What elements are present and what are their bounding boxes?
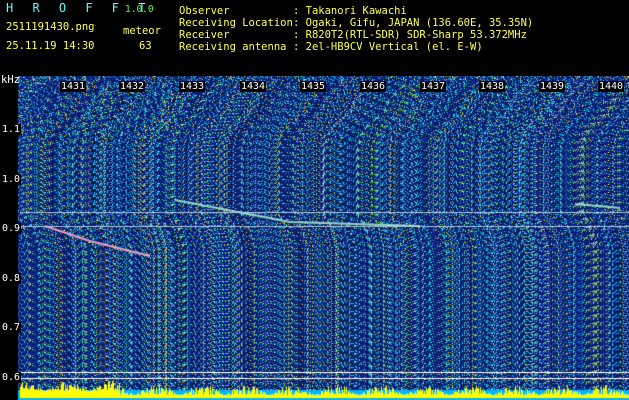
meteor-count: 63 [139,40,152,52]
date-time: 25.11.19 14:30 [6,40,95,52]
time-tick: 1437 [420,81,447,92]
mode-label: meteor [123,25,161,37]
freq-tick: 1.1 [1,124,22,135]
spectrogram-canvas [0,76,629,400]
freq-tick: 0.6 [1,372,22,383]
file-name: 2511191430.png [6,21,95,33]
time-tick: 1432 [119,81,146,92]
antenna-value: : 2el-HB9CV Vertical (el. E-W) [293,41,483,53]
frequency-unit-label: kHz [1,74,20,86]
app-version: 1.0.0 [125,4,154,15]
location-label: Receiving Location [179,17,293,29]
time-tick: 1436 [360,81,387,92]
observer-value: : Takanori Kawachi [293,5,407,17]
receiver-value: : R820T2(RTL-SDR) SDR-Sharp 53.372MHz [293,29,527,41]
time-tick: 1438 [479,81,506,92]
time-tick: 1431 [60,81,87,92]
time-tick: 1435 [300,81,327,92]
freq-tick: 0.8 [1,273,22,284]
time-tick: 1439 [539,81,566,92]
freq-tick: 0.9 [1,223,22,234]
time-tick: 1434 [240,81,267,92]
header-panel: H R O F F T 1.0.0 2511191430.png meteor … [0,0,629,76]
time-tick: 1440 [598,81,625,92]
antenna-label: Receiving antenna [179,41,287,53]
freq-tick: 1.0 [1,174,22,185]
time-tick: 1433 [179,81,206,92]
observer-label: Observer [179,5,230,17]
receiver-label: Receiver [179,29,230,41]
location-value: : Ogaki, Gifu, JAPAN (136.60E, 35.35N) [293,17,534,29]
freq-tick: 0.7 [1,322,22,333]
